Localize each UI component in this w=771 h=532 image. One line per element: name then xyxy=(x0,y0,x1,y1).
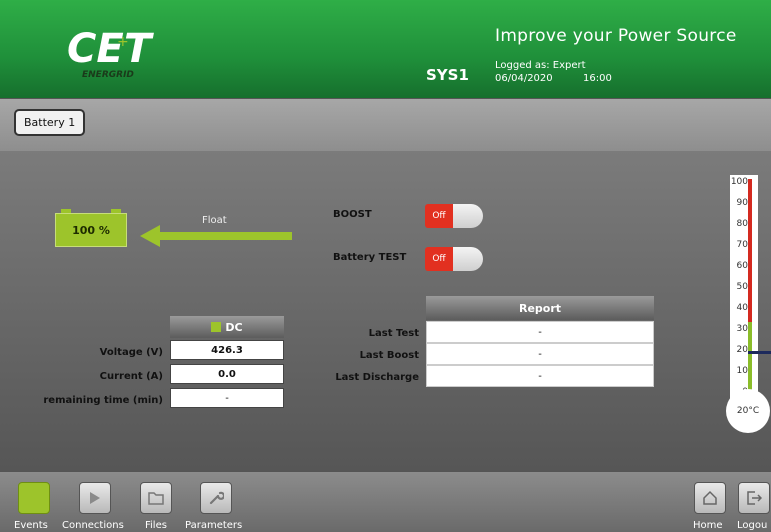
date-label: 06/04/2020 xyxy=(495,73,553,84)
current-label: Current (A) xyxy=(99,371,163,382)
thermometer-red-zone xyxy=(748,179,752,322)
tick-label: 10 xyxy=(736,366,748,376)
svg-text:ENERGRID: ENERGRID xyxy=(82,70,134,80)
tick-label: 80 xyxy=(736,219,748,229)
connections-icon xyxy=(90,492,100,504)
main-panel: 100 % Float BOOST Off Battery TEST Off D… xyxy=(0,151,771,471)
temperature-reading: 20°C xyxy=(726,389,770,433)
boost-toggle-state: Off xyxy=(425,204,453,228)
battery-indicator: 100 % xyxy=(55,209,127,247)
charge-arrow-icon xyxy=(140,225,292,247)
battery-test-toggle[interactable]: Off xyxy=(425,247,483,271)
home-button[interactable] xyxy=(694,482,726,514)
current-value: 0.0 xyxy=(170,364,284,384)
boost-label: BOOST xyxy=(333,209,372,220)
logout-button[interactable] xyxy=(738,482,770,514)
last-boost-value: - xyxy=(426,343,654,365)
logout-icon xyxy=(747,491,762,505)
dc-table-header: DC xyxy=(170,316,284,338)
parameters-button[interactable] xyxy=(200,482,232,514)
tick-label: 20 xyxy=(736,345,748,355)
thermometer-green-zone xyxy=(748,322,752,392)
battery-test-toggle-state: Off xyxy=(425,247,453,271)
home-label: Home xyxy=(693,520,723,531)
tagline: Improve your Power Source xyxy=(495,26,737,46)
voltage-label: Voltage (V) xyxy=(99,347,163,358)
login-info: Logged as: Expert 06/04/2020 16:00 xyxy=(495,60,612,85)
temperature-needle xyxy=(748,351,771,354)
files-label: Files xyxy=(145,520,167,531)
last-discharge-label: Last Discharge xyxy=(335,372,419,383)
logged-as-label: Logged as: Expert xyxy=(495,60,586,71)
svg-text:CE: CE xyxy=(67,26,124,72)
remaining-time-value: - xyxy=(170,388,284,408)
tick-label: 50 xyxy=(736,282,748,292)
tick-label: 100 xyxy=(730,177,748,187)
events-button[interactable] xyxy=(18,482,50,514)
toggle-knob xyxy=(453,204,483,228)
boost-toggle[interactable]: Off xyxy=(425,204,483,228)
temperature-gauge: 100 90 80 70 60 50 40 30 20 10 0 20°C xyxy=(726,175,771,433)
connections-button[interactable] xyxy=(79,482,111,514)
report-header: Report xyxy=(426,296,654,320)
voltage-value: 426.3 xyxy=(170,340,284,360)
dc-status-icon xyxy=(211,322,222,332)
last-test-label: Last Test xyxy=(368,328,419,339)
last-test-value: - xyxy=(426,321,654,343)
last-boost-label: Last Boost xyxy=(359,350,419,361)
footer-toolbar: Events Connections Files Parameters Home… xyxy=(0,471,771,532)
cet-logo: CE T + ENERGRID xyxy=(67,26,154,80)
dc-header-label: DC xyxy=(225,320,243,334)
files-button[interactable] xyxy=(140,482,172,514)
remaining-time-label: remaining time (min) xyxy=(43,395,163,406)
system-name: SYS1 xyxy=(426,66,469,84)
logout-label: Logou xyxy=(737,520,768,531)
app-header: CE T + ENERGRID SYS1 Improve your Power … xyxy=(0,0,771,98)
tick-label: 90 xyxy=(736,198,748,208)
time-label: 16:00 xyxy=(583,73,612,84)
tick-label: 70 xyxy=(736,240,748,250)
wrench-icon xyxy=(209,491,224,505)
tick-label: 30 xyxy=(736,324,748,334)
parameters-label: Parameters xyxy=(185,520,243,531)
battery-percent: 100 % xyxy=(55,213,127,247)
last-discharge-value: - xyxy=(426,365,654,387)
tick-label: 40 xyxy=(736,303,748,313)
home-icon xyxy=(703,490,717,505)
toggle-knob xyxy=(453,247,483,271)
tick-label: 60 xyxy=(736,261,748,271)
tab-bar: Battery 1 xyxy=(0,98,771,151)
folder-icon xyxy=(148,492,164,505)
battery-test-label: Battery TEST xyxy=(333,252,407,263)
svg-text:+: + xyxy=(117,34,129,50)
tab-battery-1[interactable]: Battery 1 xyxy=(14,109,86,136)
events-label: Events xyxy=(14,520,48,531)
connections-label: Connections xyxy=(62,520,124,531)
